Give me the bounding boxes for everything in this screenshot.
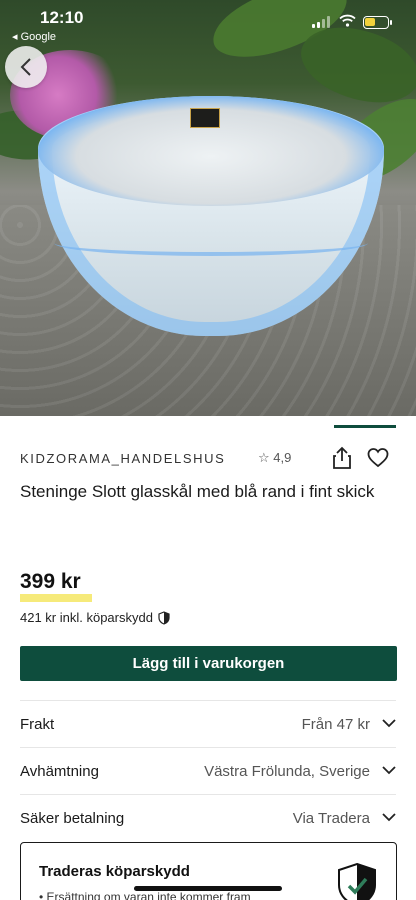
buyer-protection-item: • Ersättning om varan inte kommer fram: [39, 890, 251, 900]
payment-label: Säker betalning: [20, 810, 125, 827]
battery-icon: [363, 16, 392, 29]
home-indicator: [134, 886, 282, 891]
shield-check-icon: [338, 862, 376, 900]
payment-row[interactable]: Säker betalning Via Tradera: [20, 794, 396, 840]
chevron-down-icon: [382, 766, 396, 775]
image-carousel-indicator: [334, 425, 396, 428]
add-to-cart-button[interactable]: Lägg till i varukorgen: [20, 646, 397, 681]
product-price: 399 kr: [20, 570, 81, 593]
signal-icon: [312, 16, 332, 28]
shipping-value: Från 47 kr: [301, 716, 370, 733]
price-highlight: [20, 594, 92, 602]
pickup-label: Avhämtning: [20, 763, 99, 780]
buyer-protection-title: Traderas köparskydd: [39, 863, 190, 880]
seller-rating: ☆ 4,9: [258, 450, 292, 465]
back-to-app-link[interactable]: ◂ Google: [12, 30, 56, 43]
price-with-protection: 421 kr inkl. köparskydd: [20, 610, 170, 625]
seller-row: KIDZORAMA_HANDELSHUS ☆ 4,9: [20, 446, 396, 471]
shipping-row[interactable]: Frakt Från 47 kr: [20, 700, 396, 746]
share-icon[interactable]: [331, 446, 353, 470]
protected-price-text: 421 kr inkl. köparskydd: [20, 610, 153, 625]
product-title: Steninge Slott glasskål med blå rand i f…: [20, 482, 375, 501]
chevron-left-icon: [20, 58, 31, 76]
bowl-label-sticker: [190, 108, 220, 128]
shipping-label: Frakt: [20, 716, 55, 733]
glass-bowl-band: [54, 230, 368, 256]
chevron-down-icon: [382, 719, 396, 728]
back-button[interactable]: [5, 46, 47, 88]
pickup-row[interactable]: Avhämtning Västra Frölunda, Sverige: [20, 747, 396, 793]
heart-icon[interactable]: [367, 447, 389, 469]
chevron-down-icon: [382, 813, 396, 822]
buyer-protection-card[interactable]: Traderas köparskydd • Ersättning om vara…: [20, 842, 397, 900]
status-time: 12:10: [40, 8, 84, 27]
payment-value: Via Tradera: [292, 810, 370, 827]
status-bar: 12:10 ◂ Google: [0, 0, 416, 46]
seller-name[interactable]: KIDZORAMA_HANDELSHUS: [20, 451, 225, 466]
pickup-value: Västra Frölunda, Sverige: [204, 763, 370, 780]
shield-icon: [158, 610, 170, 625]
wifi-icon: [339, 14, 356, 30]
product-image[interactable]: [0, 0, 416, 416]
